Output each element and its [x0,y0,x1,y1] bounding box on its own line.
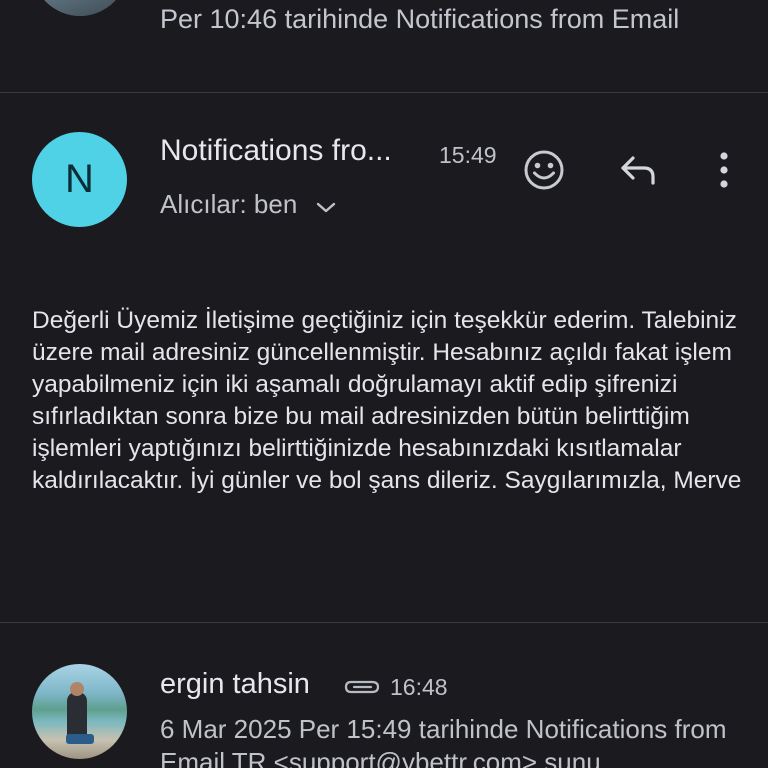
recipients-label: Alıcılar: ben [160,189,298,219]
recipients-toggle[interactable]: Alıcılar: ben [160,189,337,222]
more-options-button[interactable] [700,148,748,196]
next-message-time: 16:48 [390,674,448,700]
next-message-snippet: 6 Mar 2025 Per 15:49 tarihinde Notificat… [160,714,727,768]
reply-button[interactable] [615,148,663,196]
divider [0,92,768,93]
email-thread-screen: Per 10:46 tarihinde Notifications from E… [0,0,768,768]
next-sender-name[interactable]: ergin tahsin [160,668,310,701]
sender-photo-avatar[interactable] [32,664,127,759]
divider [0,622,768,623]
sender-name[interactable]: Notifications fro... [160,134,392,168]
previous-sender-avatar [32,0,128,16]
chevron-down-icon [315,191,337,222]
message-body: Değerli Üyemiz İletişime geçtiğiniz için… [32,307,742,494]
emoji-smile-icon [522,148,566,197]
message-time: 15:49 [439,142,497,168]
add-reaction-button[interactable] [520,148,568,196]
more-vert-icon [718,150,730,195]
sender-avatar[interactable]: N [32,132,127,227]
reply-icon [618,153,660,192]
previous-message-snippet: Per 10:46 tarihinde Notifications from E… [160,4,680,34]
paperclip-icon [342,678,382,698]
previous-message-row[interactable]: Per 10:46 tarihinde Notifications from E… [0,0,768,92]
